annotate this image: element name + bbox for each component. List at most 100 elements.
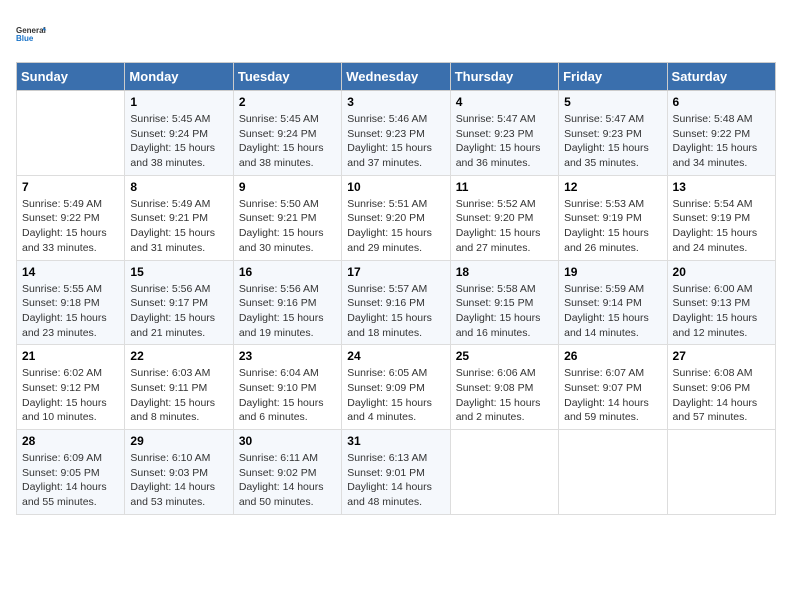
day-info: Sunrise: 5:46 AMSunset: 9:23 PMDaylight:…	[347, 112, 444, 171]
calendar-cell: 20 Sunrise: 6:00 AMSunset: 9:13 PMDaylig…	[667, 260, 775, 345]
calendar-cell: 31 Sunrise: 6:13 AMSunset: 9:01 PMDaylig…	[342, 430, 450, 515]
day-info: Sunrise: 5:58 AMSunset: 9:15 PMDaylight:…	[456, 282, 553, 341]
day-number: 15	[130, 265, 227, 279]
weekday-header: Monday	[125, 63, 233, 91]
day-info: Sunrise: 5:51 AMSunset: 9:20 PMDaylight:…	[347, 197, 444, 256]
day-number: 17	[347, 265, 444, 279]
calendar-cell: 14 Sunrise: 5:55 AMSunset: 9:18 PMDaylig…	[17, 260, 125, 345]
day-number: 14	[22, 265, 119, 279]
day-info: Sunrise: 6:10 AMSunset: 9:03 PMDaylight:…	[130, 451, 227, 510]
calendar-cell: 29 Sunrise: 6:10 AMSunset: 9:03 PMDaylig…	[125, 430, 233, 515]
day-info: Sunrise: 6:05 AMSunset: 9:09 PMDaylight:…	[347, 366, 444, 425]
calendar-cell: 22 Sunrise: 6:03 AMSunset: 9:11 PMDaylig…	[125, 345, 233, 430]
calendar-cell: 10 Sunrise: 5:51 AMSunset: 9:20 PMDaylig…	[342, 175, 450, 260]
calendar-body: 1 Sunrise: 5:45 AMSunset: 9:24 PMDayligh…	[17, 91, 776, 515]
day-number: 24	[347, 349, 444, 363]
day-number: 2	[239, 95, 336, 109]
day-info: Sunrise: 5:49 AMSunset: 9:21 PMDaylight:…	[130, 197, 227, 256]
calendar-cell: 23 Sunrise: 6:04 AMSunset: 9:10 PMDaylig…	[233, 345, 341, 430]
calendar-week-row: 28 Sunrise: 6:09 AMSunset: 9:05 PMDaylig…	[17, 430, 776, 515]
calendar-cell: 25 Sunrise: 6:06 AMSunset: 9:08 PMDaylig…	[450, 345, 558, 430]
calendar-cell: 7 Sunrise: 5:49 AMSunset: 9:22 PMDayligh…	[17, 175, 125, 260]
day-info: Sunrise: 5:56 AMSunset: 9:16 PMDaylight:…	[239, 282, 336, 341]
day-number: 12	[564, 180, 661, 194]
calendar-week-row: 1 Sunrise: 5:45 AMSunset: 9:24 PMDayligh…	[17, 91, 776, 176]
day-info: Sunrise: 6:07 AMSunset: 9:07 PMDaylight:…	[564, 366, 661, 425]
day-info: Sunrise: 6:04 AMSunset: 9:10 PMDaylight:…	[239, 366, 336, 425]
calendar-cell: 17 Sunrise: 5:57 AMSunset: 9:16 PMDaylig…	[342, 260, 450, 345]
calendar-table: SundayMondayTuesdayWednesdayThursdayFrid…	[16, 62, 776, 515]
day-info: Sunrise: 5:45 AMSunset: 9:24 PMDaylight:…	[239, 112, 336, 171]
calendar-cell: 18 Sunrise: 5:58 AMSunset: 9:15 PMDaylig…	[450, 260, 558, 345]
calendar-cell: 3 Sunrise: 5:46 AMSunset: 9:23 PMDayligh…	[342, 91, 450, 176]
day-number: 19	[564, 265, 661, 279]
calendar-cell	[17, 91, 125, 176]
logo-svg: General Blue	[16, 16, 48, 52]
day-info: Sunrise: 6:09 AMSunset: 9:05 PMDaylight:…	[22, 451, 119, 510]
day-info: Sunrise: 5:52 AMSunset: 9:20 PMDaylight:…	[456, 197, 553, 256]
calendar-cell: 30 Sunrise: 6:11 AMSunset: 9:02 PMDaylig…	[233, 430, 341, 515]
day-number: 30	[239, 434, 336, 448]
day-info: Sunrise: 5:59 AMSunset: 9:14 PMDaylight:…	[564, 282, 661, 341]
day-number: 31	[347, 434, 444, 448]
weekday-header: Tuesday	[233, 63, 341, 91]
day-number: 6	[673, 95, 770, 109]
logo: General Blue	[16, 16, 48, 52]
calendar-cell: 28 Sunrise: 6:09 AMSunset: 9:05 PMDaylig…	[17, 430, 125, 515]
calendar-cell: 8 Sunrise: 5:49 AMSunset: 9:21 PMDayligh…	[125, 175, 233, 260]
day-info: Sunrise: 6:06 AMSunset: 9:08 PMDaylight:…	[456, 366, 553, 425]
calendar-cell: 5 Sunrise: 5:47 AMSunset: 9:23 PMDayligh…	[559, 91, 667, 176]
day-number: 8	[130, 180, 227, 194]
calendar-cell: 2 Sunrise: 5:45 AMSunset: 9:24 PMDayligh…	[233, 91, 341, 176]
day-number: 25	[456, 349, 553, 363]
day-number: 7	[22, 180, 119, 194]
day-number: 27	[673, 349, 770, 363]
calendar-cell: 19 Sunrise: 5:59 AMSunset: 9:14 PMDaylig…	[559, 260, 667, 345]
day-number: 16	[239, 265, 336, 279]
calendar-cell: 16 Sunrise: 5:56 AMSunset: 9:16 PMDaylig…	[233, 260, 341, 345]
day-info: Sunrise: 6:08 AMSunset: 9:06 PMDaylight:…	[673, 366, 770, 425]
day-number: 28	[22, 434, 119, 448]
calendar-cell: 27 Sunrise: 6:08 AMSunset: 9:06 PMDaylig…	[667, 345, 775, 430]
calendar-cell: 4 Sunrise: 5:47 AMSunset: 9:23 PMDayligh…	[450, 91, 558, 176]
day-info: Sunrise: 6:11 AMSunset: 9:02 PMDaylight:…	[239, 451, 336, 510]
day-number: 4	[456, 95, 553, 109]
day-info: Sunrise: 6:13 AMSunset: 9:01 PMDaylight:…	[347, 451, 444, 510]
weekday-header: Saturday	[667, 63, 775, 91]
day-number: 10	[347, 180, 444, 194]
day-info: Sunrise: 5:56 AMSunset: 9:17 PMDaylight:…	[130, 282, 227, 341]
weekday-header: Sunday	[17, 63, 125, 91]
day-number: 9	[239, 180, 336, 194]
day-number: 1	[130, 95, 227, 109]
day-info: Sunrise: 6:03 AMSunset: 9:11 PMDaylight:…	[130, 366, 227, 425]
header: General Blue	[16, 16, 776, 52]
calendar-header-row: SundayMondayTuesdayWednesdayThursdayFrid…	[17, 63, 776, 91]
calendar-cell: 13 Sunrise: 5:54 AMSunset: 9:19 PMDaylig…	[667, 175, 775, 260]
day-info: Sunrise: 5:49 AMSunset: 9:22 PMDaylight:…	[22, 197, 119, 256]
calendar-cell	[559, 430, 667, 515]
weekday-header: Friday	[559, 63, 667, 91]
calendar-week-row: 14 Sunrise: 5:55 AMSunset: 9:18 PMDaylig…	[17, 260, 776, 345]
day-number: 13	[673, 180, 770, 194]
day-info: Sunrise: 5:47 AMSunset: 9:23 PMDaylight:…	[456, 112, 553, 171]
day-number: 3	[347, 95, 444, 109]
calendar-cell	[450, 430, 558, 515]
calendar-week-row: 7 Sunrise: 5:49 AMSunset: 9:22 PMDayligh…	[17, 175, 776, 260]
day-number: 11	[456, 180, 553, 194]
calendar-cell: 11 Sunrise: 5:52 AMSunset: 9:20 PMDaylig…	[450, 175, 558, 260]
svg-text:Blue: Blue	[16, 34, 34, 43]
day-info: Sunrise: 5:54 AMSunset: 9:19 PMDaylight:…	[673, 197, 770, 256]
day-number: 23	[239, 349, 336, 363]
day-info: Sunrise: 5:47 AMSunset: 9:23 PMDaylight:…	[564, 112, 661, 171]
day-info: Sunrise: 5:50 AMSunset: 9:21 PMDaylight:…	[239, 197, 336, 256]
day-info: Sunrise: 5:45 AMSunset: 9:24 PMDaylight:…	[130, 112, 227, 171]
calendar-cell: 24 Sunrise: 6:05 AMSunset: 9:09 PMDaylig…	[342, 345, 450, 430]
calendar-cell: 9 Sunrise: 5:50 AMSunset: 9:21 PMDayligh…	[233, 175, 341, 260]
weekday-header: Wednesday	[342, 63, 450, 91]
day-info: Sunrise: 6:02 AMSunset: 9:12 PMDaylight:…	[22, 366, 119, 425]
day-number: 29	[130, 434, 227, 448]
day-info: Sunrise: 5:53 AMSunset: 9:19 PMDaylight:…	[564, 197, 661, 256]
day-info: Sunrise: 5:55 AMSunset: 9:18 PMDaylight:…	[22, 282, 119, 341]
calendar-cell: 21 Sunrise: 6:02 AMSunset: 9:12 PMDaylig…	[17, 345, 125, 430]
day-number: 22	[130, 349, 227, 363]
